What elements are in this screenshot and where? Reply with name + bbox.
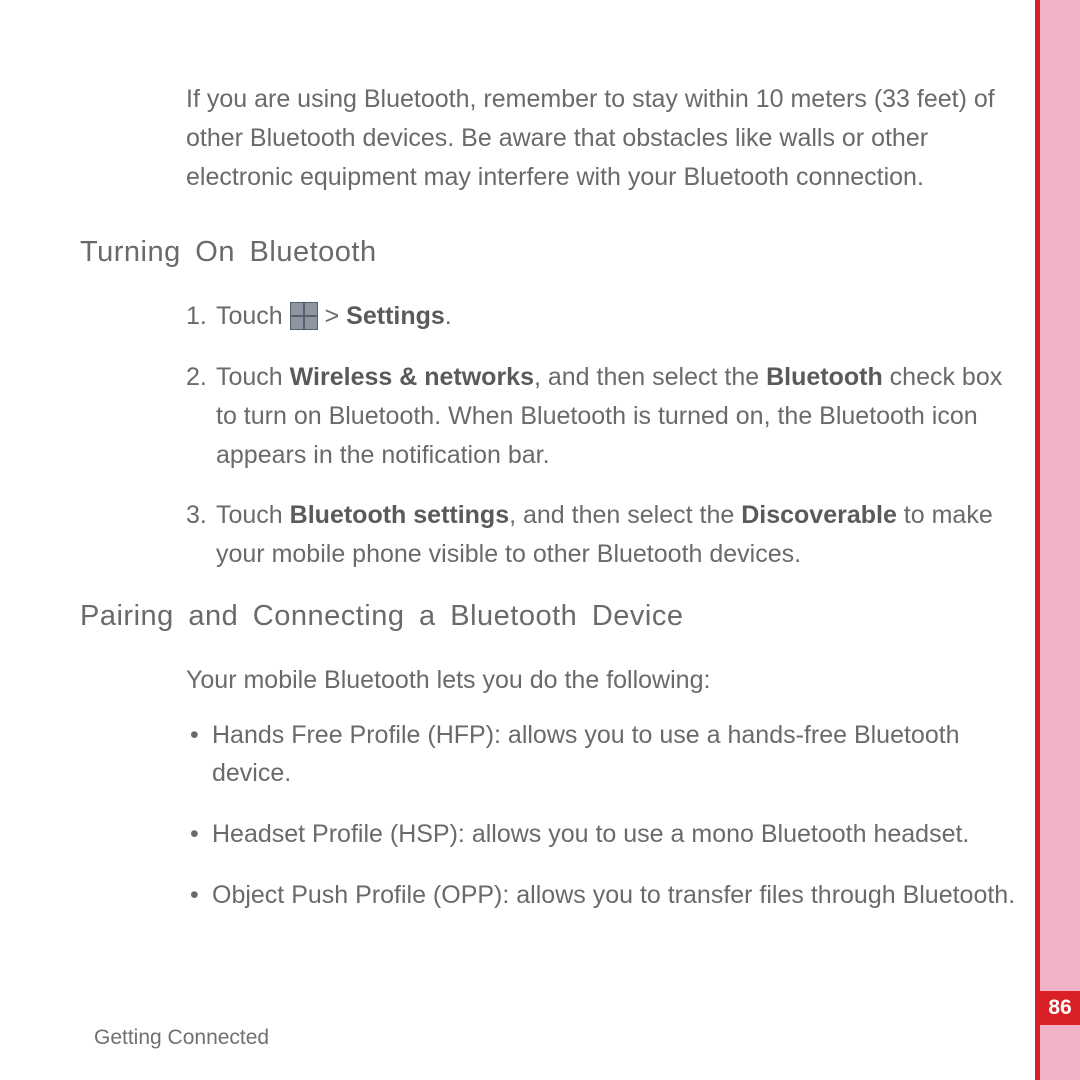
footer-section-label: Getting Connected	[94, 1026, 269, 1050]
step-number: 2.	[186, 358, 207, 397]
heading-turning-on-bluetooth: Turning On Bluetooth	[80, 236, 1020, 269]
steps-list: 1. Touch > Settings. 2. Touch Wireless &…	[186, 297, 1020, 574]
pairing-lead: Your mobile Bluetooth lets you do the fo…	[186, 661, 1020, 700]
apps-grid-icon	[290, 302, 318, 330]
bullet-icon: •	[190, 716, 199, 755]
step-text: Touch	[216, 302, 290, 330]
right-margin-bar	[1040, 0, 1080, 1080]
profile-text: Object Push Profile (OPP): allows you to…	[212, 881, 1015, 909]
bold-bluetooth: Bluetooth	[766, 363, 883, 391]
step-text: , and then select the	[509, 501, 741, 529]
step-3: 3. Touch Bluetooth settings, and then se…	[186, 496, 1020, 574]
bold-settings: Settings	[346, 302, 445, 330]
step-text: .	[445, 302, 452, 330]
intro-paragraph: If you are using Bluetooth, remember to …	[186, 80, 1020, 196]
heading-pairing-connecting: Pairing and Connecting a Bluetooth Devic…	[80, 600, 1020, 633]
bullet-icon: •	[190, 876, 199, 915]
step-2: 2. Touch Wireless & networks, and then s…	[186, 358, 1020, 474]
bold-bluetooth-settings: Bluetooth settings	[290, 501, 509, 529]
step-1: 1. Touch > Settings.	[186, 297, 1020, 336]
profile-hfp: • Hands Free Profile (HFP): allows you t…	[186, 716, 1020, 794]
step-text: , and then select the	[534, 363, 766, 391]
step-number: 3.	[186, 496, 207, 535]
profiles-list: • Hands Free Profile (HFP): allows you t…	[186, 716, 1020, 915]
step-text: Touch	[216, 363, 290, 391]
page-number-badge: 86	[1040, 991, 1080, 1025]
right-accent-bar	[1035, 0, 1040, 1080]
page-content: If you are using Bluetooth, remember to …	[80, 80, 1020, 937]
step-text: >	[325, 302, 347, 330]
step-number: 1.	[186, 297, 207, 336]
bullet-icon: •	[190, 815, 199, 854]
bold-discoverable: Discoverable	[741, 501, 897, 529]
profile-opp: • Object Push Profile (OPP): allows you …	[186, 876, 1020, 915]
profile-hsp: • Headset Profile (HSP): allows you to u…	[186, 815, 1020, 854]
bold-wireless-networks: Wireless & networks	[290, 363, 534, 391]
step-text: Touch	[216, 501, 290, 529]
profile-text: Headset Profile (HSP): allows you to use…	[212, 820, 969, 848]
profile-text: Hands Free Profile (HFP): allows you to …	[212, 721, 960, 788]
